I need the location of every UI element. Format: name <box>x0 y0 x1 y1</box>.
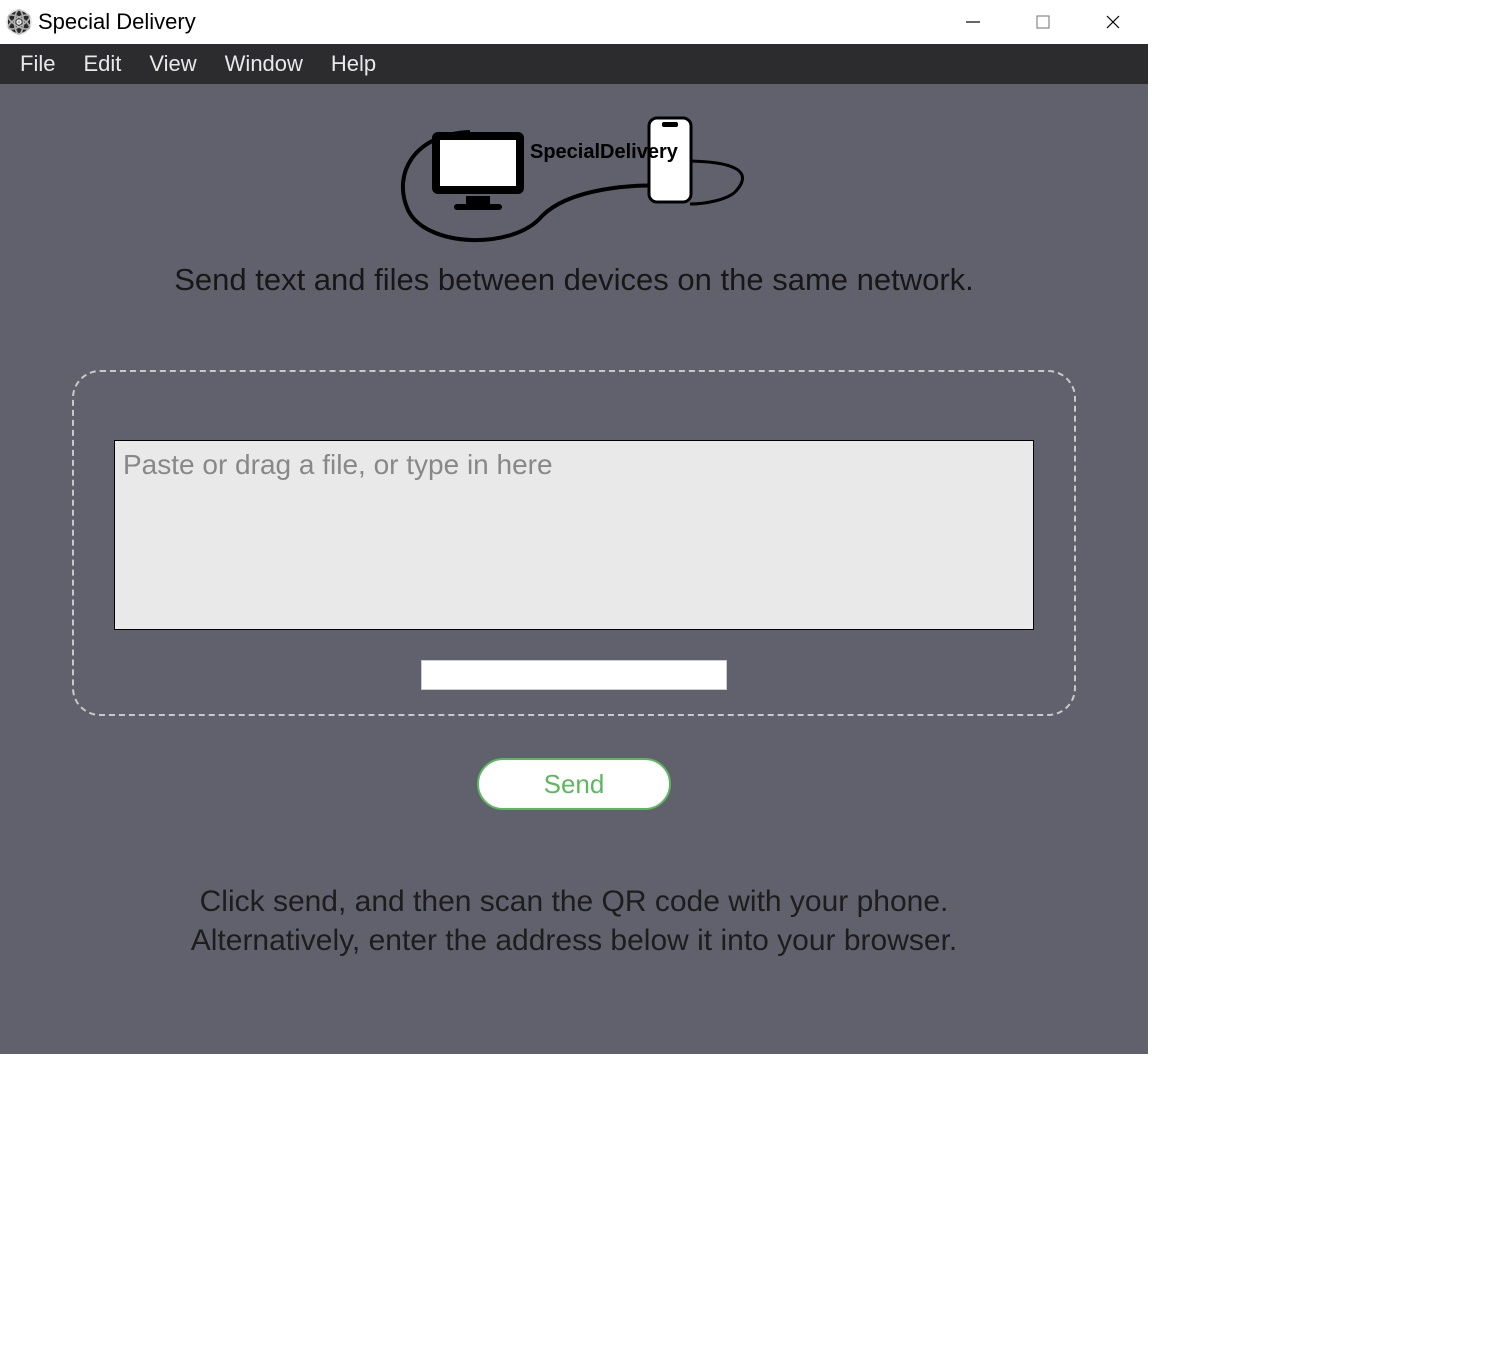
logo-text: SpecialDelivery <box>530 141 679 163</box>
menubar: File Edit View Window Help <box>0 44 1148 84</box>
close-button[interactable] <box>1078 0 1148 44</box>
content-area: SpecialDelivery Send text and files betw… <box>0 84 1148 1054</box>
instructions-line2: Alternatively, enter the address below i… <box>191 921 958 960</box>
logo: SpecialDelivery <box>384 96 764 254</box>
menu-view[interactable]: View <box>135 47 210 81</box>
menu-edit[interactable]: Edit <box>69 47 135 81</box>
password-input[interactable] <box>421 660 727 690</box>
window-controls <box>938 0 1148 44</box>
send-button[interactable]: Send <box>477 758 671 810</box>
maximize-button[interactable] <box>1008 0 1078 44</box>
drop-zone[interactable] <box>72 370 1076 716</box>
instructions-line1: Click send, and then scan the QR code wi… <box>191 882 958 921</box>
titlebar: Special Delivery <box>0 0 1148 44</box>
menu-window[interactable]: Window <box>211 47 317 81</box>
message-input[interactable] <box>114 440 1034 630</box>
minimize-button[interactable] <box>938 0 1008 44</box>
menu-file[interactable]: File <box>6 47 69 81</box>
window-title: Special Delivery <box>38 9 196 35</box>
tagline: Send text and files between devices on t… <box>174 262 974 298</box>
menu-help[interactable]: Help <box>317 47 390 81</box>
app-icon <box>6 9 32 35</box>
instructions: Click send, and then scan the QR code wi… <box>191 882 958 960</box>
